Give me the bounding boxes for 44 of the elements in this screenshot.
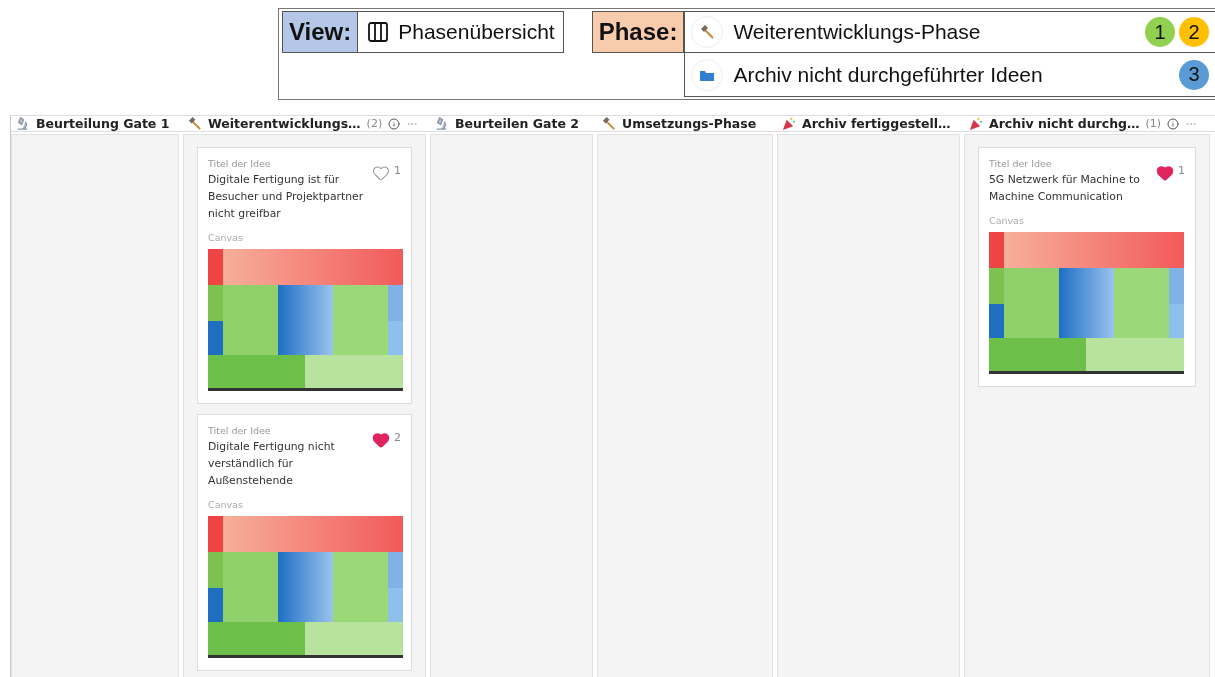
field-label: Titel der Idee xyxy=(208,158,272,169)
view-label: View: xyxy=(283,12,359,52)
number-marker: 1 xyxy=(1145,17,1175,47)
heart-icon[interactable] xyxy=(372,431,390,449)
phase-title[interactable]: Weiterentwicklungs… xyxy=(208,116,361,131)
idea-card[interactable]: Titel der Idee Digitale Fertigung ist für Besucher und Projektpartner nicht greifbar 1 Canvas xyxy=(197,147,412,404)
phase-name: Archiv nicht durchgeführter Ideen xyxy=(733,62,1044,87)
party-popper-icon xyxy=(968,116,983,131)
like-count: 1 xyxy=(394,164,401,177)
microscope-icon xyxy=(15,116,30,131)
hammer-icon xyxy=(187,116,202,131)
phase-label: Phase: xyxy=(591,11,685,53)
field-label: Canvas xyxy=(208,499,244,510)
phase-title[interactable]: Beurteilen Gate 2 xyxy=(455,116,580,131)
phase-title[interactable]: Beurteilung Gate 1 xyxy=(36,116,170,131)
party-popper-icon xyxy=(781,116,796,131)
phase-title[interactable]: Archiv fertiggestell… xyxy=(802,116,951,131)
hammer-icon xyxy=(699,24,716,40)
number-marker: 2 xyxy=(1179,17,1209,47)
idea-title: Digitale Fertigung nicht verständlich für Außenstehende xyxy=(208,439,336,489)
heart-icon[interactable] xyxy=(372,164,390,182)
columns-icon xyxy=(366,20,391,44)
phase-title[interactable]: Umsetzungs-Phase xyxy=(622,116,757,131)
card-count: (1) xyxy=(1145,117,1162,130)
field-label: Canvas xyxy=(989,215,1025,226)
info-icon[interactable] xyxy=(1167,117,1180,130)
view-value: Phasenübersicht xyxy=(398,20,555,44)
card-count: (2) xyxy=(366,117,383,130)
phase-name: Weiterentwicklungs-Phase xyxy=(733,20,982,44)
hammer-icon xyxy=(601,116,616,131)
heart-icon[interactable] xyxy=(1156,164,1174,182)
field-label: Canvas xyxy=(208,232,244,243)
idea-title: 5G Netzwerk für Machine to Machine Communication xyxy=(989,172,1141,205)
field-label: Titel der Idee xyxy=(989,158,1053,169)
like-count: 1 xyxy=(1178,164,1185,177)
like-count: 2 xyxy=(394,431,401,444)
microscope-icon xyxy=(434,116,449,131)
number-marker: 3 xyxy=(1179,59,1209,90)
field-label: Titel der Idee xyxy=(208,425,272,436)
phase-title[interactable]: Archiv nicht durchg… xyxy=(989,116,1140,131)
idea-card[interactable]: Titel der Idee Digitale Fertigung nicht verständlich für Außenstehende 2 Canvas xyxy=(197,414,412,671)
info-icon[interactable] xyxy=(388,117,401,130)
idea-title: Digitale Fertigung ist für Besucher und Projektpartner nicht greifbar xyxy=(208,172,365,222)
idea-card[interactable]: Titel der Idee 5G Netzwerk für Machine to Machine Communication 1 Canvas xyxy=(978,147,1196,387)
